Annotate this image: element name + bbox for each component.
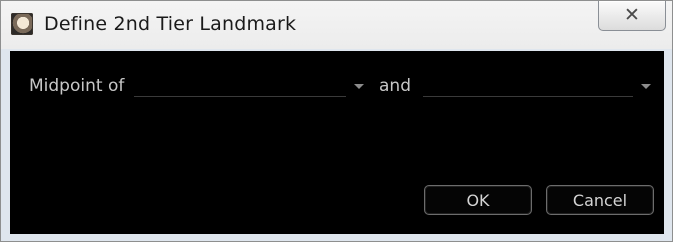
chevron-down-icon[interactable] (354, 84, 364, 89)
app-icon (11, 13, 33, 35)
first-landmark-dropdown[interactable] (134, 73, 368, 101)
close-button[interactable]: ✕ (598, 1, 666, 31)
second-landmark-dropdown[interactable] (423, 73, 655, 101)
cancel-button[interactable]: Cancel (546, 185, 654, 215)
window-title: Define 2nd Tier Landmark (44, 13, 297, 35)
dialog-window: Define 2nd Tier Landmark ✕ Midpoint of a… (0, 0, 673, 242)
dialog-content: Midpoint of and OK Cancel (10, 51, 664, 234)
midpoint-label: Midpoint of (29, 76, 125, 96)
chevron-down-icon[interactable] (641, 84, 651, 89)
title-bar[interactable]: Define 2nd Tier Landmark ✕ (1, 1, 672, 49)
close-icon: ✕ (624, 4, 640, 26)
and-label: and (379, 76, 411, 96)
second-landmark-underline (423, 96, 633, 97)
first-landmark-underline (134, 96, 346, 97)
ok-button[interactable]: OK (424, 185, 532, 215)
